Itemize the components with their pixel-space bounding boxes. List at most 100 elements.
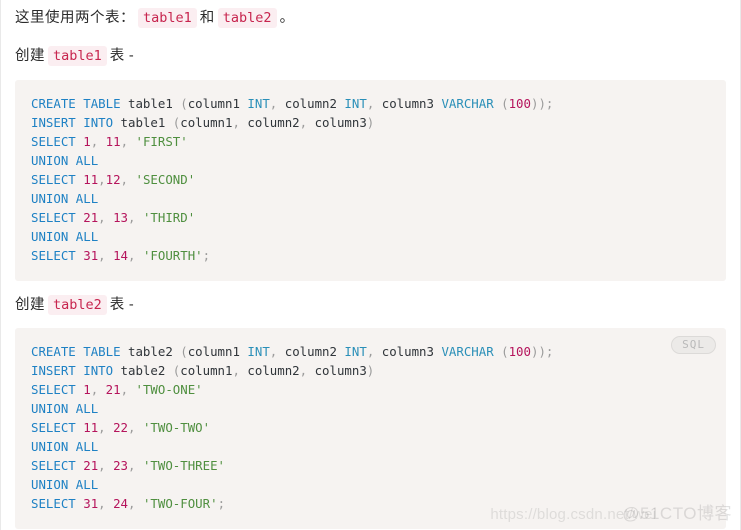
code-block-table1-content: CREATE TABLE table1 ( column1 INT, column…: [31, 94, 710, 265]
heading2-trail-text: 表: [109, 296, 125, 313]
intro-lead-text: 这里使用两个表：: [15, 10, 135, 26]
code-token: 21: [83, 458, 99, 474]
code-token: ,: [98, 209, 106, 225]
code-token: ): [366, 363, 375, 379]
code-token: 'TWO-ONE': [135, 382, 203, 398]
code-token: ,: [98, 171, 106, 187]
code-token: 24: [113, 496, 129, 512]
code-line: SELECT 1, 21, 'TWO-ONE': [31, 380, 710, 399]
inline-code-table2: table2: [217, 8, 277, 28]
code-token: 'TWO-THREE': [142, 458, 226, 474]
code-token: 'TWO-FOUR': [142, 496, 218, 512]
inline-code-table1: table1: [138, 8, 197, 28]
code-token: INTO: [83, 363, 114, 379]
code-token: SELECT: [31, 496, 76, 512]
code-block-table2[interactable]: SQL CREATE TABLE table2 (column1 INT, co…: [15, 328, 726, 530]
code-token: column2: [247, 114, 300, 130]
code-token: CREATE: [31, 95, 76, 111]
code-line: SELECT 21, 13, 'THIRD': [31, 208, 710, 227]
code-token: 11: [105, 133, 121, 149]
code-token: 23: [113, 458, 129, 474]
code-token: 'FOURTH': [142, 247, 203, 263]
sql-language-badge[interactable]: SQL: [671, 336, 716, 355]
code-token: ,: [98, 496, 106, 512]
code-token: table1: [120, 114, 166, 130]
code-token: TABLE: [83, 344, 121, 360]
article-page: 这里使用两个表： table1 和 table2。 创建 table1 表 - CREAT…: [0, 0, 741, 530]
code-token: )): [530, 95, 546, 111]
code-token: SELECT: [31, 458, 76, 474]
code-token: INT: [344, 95, 367, 111]
code-token: 'TWO-TWO': [142, 420, 211, 436]
code-line: SELECT 31, 24, 'TWO-FOUR';: [31, 494, 710, 513]
code-token: column1: [180, 363, 233, 379]
code-token: ALL: [75, 477, 99, 493]
code-token: UNION: [31, 190, 69, 206]
code-token: column3: [314, 114, 367, 130]
code-token: SELECT: [31, 171, 76, 187]
code-line: INSERT INTO table1 (column1, column2, co…: [31, 113, 710, 132]
code-token: column3: [381, 95, 434, 111]
code-line: CREATE TABLE table2 (column1 INT, column…: [31, 342, 710, 361]
code-token: TABLE: [83, 95, 121, 111]
code-line: SELECT 11,12, 'SECOND': [31, 170, 710, 189]
code-token: CREATE: [31, 344, 76, 360]
code-line: INSERT INTO table2 (column1, column2, co…: [31, 361, 710, 380]
code-token: table2: [128, 344, 173, 360]
code-line: UNION ALL: [31, 399, 710, 418]
code-token: ,: [232, 363, 240, 379]
code-token: (: [180, 344, 188, 360]
code-token: (: [180, 95, 188, 111]
code-token: ;: [545, 95, 554, 111]
code-token: 11: [83, 420, 99, 436]
code-token: ,: [299, 363, 308, 379]
section-heading-table1: 创建 table1 表 -: [15, 30, 726, 68]
code-line: SELECT 21, 23, 'TWO-THREE': [31, 456, 710, 475]
code-token: column2: [284, 344, 337, 360]
code-token: 21: [83, 209, 99, 225]
code-line: UNION ALL: [31, 151, 710, 170]
code-token: ALL: [75, 152, 99, 168]
code-line: CREATE TABLE table1 (column1 INT, column…: [31, 94, 710, 113]
code-token: ;: [217, 496, 226, 512]
code-token: column1: [187, 344, 240, 360]
code-token: column3: [381, 344, 434, 360]
code-token: INT: [247, 344, 270, 360]
code-token: ,: [98, 458, 106, 474]
code-token: column1: [180, 114, 233, 130]
code-line: UNION ALL: [31, 189, 710, 208]
code-token: ,: [120, 171, 129, 187]
code-token: 100: [508, 95, 531, 111]
code-token: ,: [299, 114, 308, 130]
code-token: SELECT: [31, 382, 76, 398]
intro-paragraph: 这里使用两个表： table1 和 table2。: [15, 0, 726, 30]
code-token: 13: [113, 209, 129, 225]
code-token: 22: [113, 420, 129, 436]
code-line: UNION ALL: [31, 437, 710, 456]
code-block-table1[interactable]: CREATE TABLE table1 ( column1 INT, column…: [15, 79, 726, 281]
code-token: ,: [232, 114, 240, 130]
code-line: SELECT 1, 11, 'FIRST': [31, 132, 710, 151]
heading2-dash: -: [128, 296, 134, 313]
code-token: 'SECOND': [135, 171, 196, 187]
code-token: table2: [120, 363, 166, 379]
code-token: 1: [83, 382, 91, 398]
